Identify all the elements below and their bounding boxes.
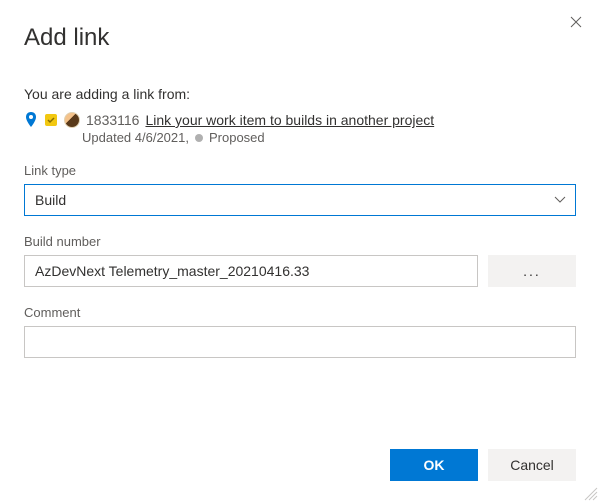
comment-label: Comment — [24, 305, 576, 320]
work-item-type-icon — [44, 113, 58, 127]
cancel-button[interactable]: Cancel — [488, 449, 576, 481]
work-item-meta: Updated 4/6/2021, Proposed — [82, 130, 576, 145]
ok-button[interactable]: OK — [390, 449, 478, 481]
link-type-label: Link type — [24, 163, 576, 178]
browse-button[interactable]: ... — [488, 255, 576, 287]
dialog-footer: OK Cancel — [390, 449, 576, 481]
work-item-title-link[interactable]: Link your work item to builds in another… — [145, 112, 434, 128]
add-link-dialog: Add link You are adding a link from: 183… — [0, 0, 600, 503]
build-number-input[interactable] — [24, 255, 478, 287]
updated-text: Updated 4/6/2021, — [82, 130, 189, 145]
close-icon — [570, 16, 582, 28]
pin-icon — [24, 112, 38, 128]
work-item-row: 1833116 Link your work item to builds in… — [24, 112, 576, 128]
subtitle-text: You are adding a link from: — [24, 86, 576, 102]
avatar — [64, 112, 80, 128]
state-text: Proposed — [209, 130, 265, 145]
comment-input[interactable] — [24, 326, 576, 358]
build-number-label: Build number — [24, 234, 576, 249]
work-item-id: 1833116 — [86, 112, 139, 128]
close-button[interactable] — [566, 12, 586, 32]
link-type-select[interactable]: Build — [24, 184, 576, 216]
state-dot-icon — [195, 134, 203, 142]
resize-grip-icon[interactable] — [584, 487, 598, 501]
dialog-title: Add link — [24, 24, 576, 52]
link-type-value: Build — [35, 192, 66, 208]
